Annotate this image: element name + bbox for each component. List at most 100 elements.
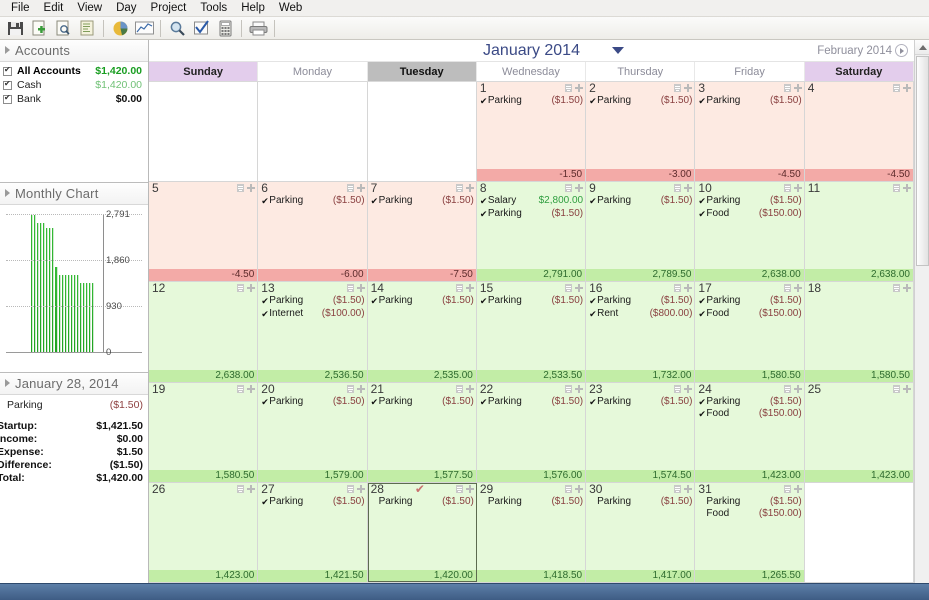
collapse-triangle-icon[interactable] — [3, 45, 14, 56]
note-icon[interactable] — [674, 485, 681, 493]
calendar-day-3[interactable]: 3✔Parking($1.50)-4.50 — [695, 82, 804, 181]
day-event-row[interactable]: Food($150.00) — [698, 508, 801, 521]
calendar-day-8[interactable]: 8✔Salary$2,800.00✔Parking($1.50)2,791.00 — [477, 182, 586, 281]
add-transaction-icon[interactable] — [247, 485, 255, 493]
note-icon[interactable] — [674, 284, 681, 292]
add-transaction-icon[interactable] — [684, 84, 692, 92]
add-transaction-icon[interactable] — [357, 284, 365, 292]
event-check-icon[interactable]: ✔ — [371, 295, 379, 308]
day-of-week-thursday[interactable]: Thursday — [586, 62, 695, 81]
account-checkbox[interactable] — [3, 95, 12, 104]
day-event-row[interactable]: ✔Parking($1.50) — [261, 396, 364, 409]
calendar-day-26[interactable]: 261,423.00 — [149, 483, 258, 582]
event-check-icon[interactable]: ✔ — [589, 308, 597, 321]
menu-item-edit[interactable]: Edit — [37, 1, 71, 16]
event-check-icon[interactable]: ✔ — [589, 396, 597, 409]
pie-chart-icon[interactable] — [108, 18, 132, 39]
account-checkbox[interactable] — [3, 67, 12, 76]
day-detail-panel-header[interactable]: January 28, 2014 — [0, 373, 148, 395]
note-icon[interactable] — [893, 84, 900, 92]
day-of-week-tuesday[interactable]: Tuesday — [368, 62, 477, 81]
note-icon[interactable] — [565, 284, 572, 292]
add-transaction-icon[interactable] — [466, 184, 474, 192]
chevron-right-icon[interactable] — [895, 44, 908, 57]
calendar-day-22[interactable]: 22✔Parking($1.50)1,576.00 — [477, 383, 586, 482]
event-check-icon[interactable]: ✔ — [480, 195, 488, 208]
account-row-bank[interactable]: Bank $0.00 — [0, 92, 148, 106]
print-icon[interactable] — [246, 18, 270, 39]
event-check-icon[interactable]: ✔ — [589, 95, 597, 108]
day-of-week-sunday[interactable]: Sunday — [149, 62, 258, 81]
event-check-icon[interactable]: ✔ — [480, 295, 488, 308]
calendar-day-18[interactable]: 181,580.50 — [805, 282, 914, 381]
day-event-row[interactable]: ✔Parking($1.50) — [371, 396, 474, 409]
note-icon[interactable] — [237, 385, 244, 393]
note-icon[interactable] — [893, 184, 900, 192]
calendar-day-29[interactable]: 29Parking($1.50)1,418.50 — [477, 483, 586, 582]
magnifier-icon[interactable] — [165, 18, 189, 39]
open-search-document-icon[interactable] — [51, 18, 75, 39]
note-icon[interactable] — [674, 184, 681, 192]
day-event-row[interactable]: ✔Food($150.00) — [698, 208, 801, 221]
menu-item-project[interactable]: Project — [144, 1, 194, 16]
day-event-row[interactable]: Parking($1.50) — [589, 496, 692, 509]
day-event-row[interactable]: Parking($1.50) — [698, 496, 801, 509]
calendar-day-28[interactable]: 28✔Parking($1.50)1,420.00 — [368, 483, 477, 582]
next-month-button[interactable]: February 2014 — [817, 44, 908, 57]
note-icon[interactable] — [784, 184, 791, 192]
calendar-day-14[interactable]: 14✔Parking($1.50)2,535.00 — [368, 282, 477, 381]
add-transaction-icon[interactable] — [466, 284, 474, 292]
add-transaction-icon[interactable] — [575, 385, 583, 393]
day-of-week-saturday[interactable]: Saturday — [805, 62, 914, 81]
add-transaction-icon[interactable] — [903, 385, 911, 393]
note-icon[interactable] — [237, 485, 244, 493]
calendar-day-27[interactable]: 27✔Parking($1.50)1,421.50 — [258, 483, 367, 582]
calendar-day-15[interactable]: 15✔Parking($1.50)2,533.50 — [477, 282, 586, 381]
add-transaction-icon[interactable] — [794, 184, 802, 192]
day-transaction-row[interactable]: Parking ($1.50) — [0, 398, 148, 412]
day-event-row[interactable]: Parking($1.50) — [371, 496, 474, 509]
event-check-icon[interactable]: ✔ — [480, 95, 488, 108]
add-transaction-icon[interactable] — [247, 184, 255, 192]
event-check-icon[interactable]: ✔ — [480, 208, 488, 221]
calendar-day-1[interactable]: 1✔Parking($1.50)-1.50 — [477, 82, 586, 181]
menu-item-tools[interactable]: Tools — [193, 1, 234, 16]
add-transaction-icon[interactable] — [466, 485, 474, 493]
note-icon[interactable] — [347, 184, 354, 192]
calendar-day-24[interactable]: 24✔Parking($1.50)✔Food($150.00)1,423.00 — [695, 383, 804, 482]
event-check-icon[interactable]: ✔ — [371, 396, 379, 409]
day-event-row[interactable]: ✔Food($150.00) — [698, 408, 801, 421]
calendar-day-10[interactable]: 10✔Parking($1.50)✔Food($150.00)2,638.00 — [695, 182, 804, 281]
event-check-icon[interactable]: ✔ — [698, 208, 706, 221]
note-icon[interactable] — [784, 84, 791, 92]
event-check-icon[interactable]: ✔ — [261, 295, 269, 308]
calendar-day-12[interactable]: 122,638.00 — [149, 282, 258, 381]
event-check-icon[interactable]: ✔ — [589, 295, 597, 308]
event-check-icon[interactable]: ✔ — [261, 195, 269, 208]
calendar-day-23[interactable]: 23✔Parking($1.50)1,574.50 — [586, 383, 695, 482]
scroll-up-arrow-icon[interactable] — [915, 40, 929, 55]
event-check-icon[interactable]: ✔ — [261, 396, 269, 409]
day-event-row[interactable]: ✔Parking($1.50) — [261, 195, 364, 208]
calendar-day-31[interactable]: 31Parking($1.50)Food($150.00)1,265.50 — [695, 483, 804, 582]
event-check-icon[interactable]: ✔ — [698, 308, 706, 321]
note-icon[interactable] — [893, 385, 900, 393]
note-icon[interactable] — [347, 485, 354, 493]
add-transaction-icon[interactable] — [575, 284, 583, 292]
add-transaction-icon[interactable] — [247, 385, 255, 393]
line-chart-icon[interactable] — [132, 18, 156, 39]
add-transaction-icon[interactable] — [794, 485, 802, 493]
add-transaction-icon[interactable] — [575, 184, 583, 192]
account-row-all-accounts[interactable]: All Accounts $1,420.00 — [0, 64, 148, 78]
day-event-row[interactable]: ✔Parking($1.50) — [480, 396, 583, 409]
calendar-day-17[interactable]: 17✔Parking($1.50)✔Food($150.00)1,580.50 — [695, 282, 804, 381]
event-check-icon[interactable]: ✔ — [589, 195, 597, 208]
scrollbar-thumb[interactable] — [916, 56, 929, 266]
note-icon[interactable] — [456, 485, 463, 493]
new-document-icon[interactable] — [27, 18, 51, 39]
add-transaction-icon[interactable] — [903, 284, 911, 292]
event-check-icon[interactable]: ✔ — [698, 396, 706, 409]
add-transaction-icon[interactable] — [794, 284, 802, 292]
add-transaction-icon[interactable] — [684, 184, 692, 192]
report-document-icon[interactable] — [75, 18, 99, 39]
